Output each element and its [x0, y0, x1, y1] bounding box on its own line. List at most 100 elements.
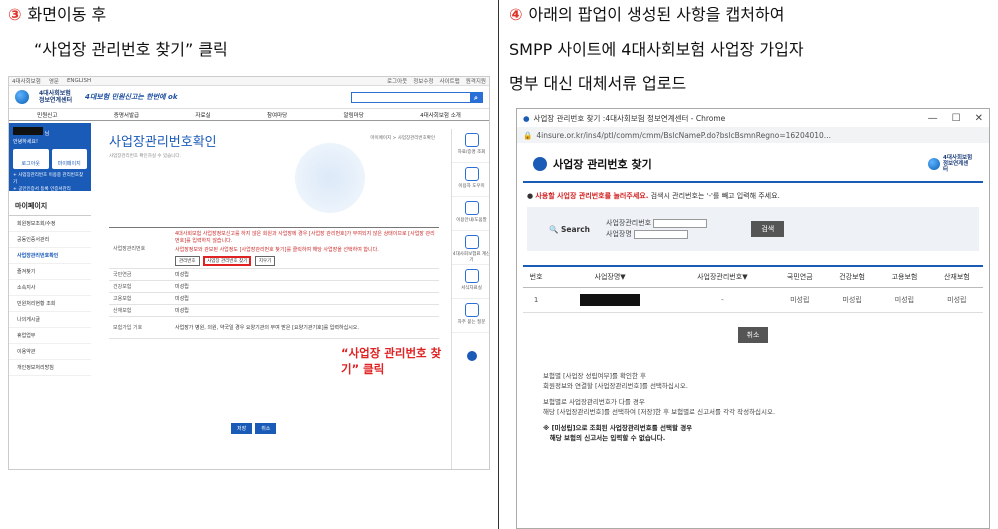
logout-button[interactable]: 로그아웃 — [13, 149, 49, 169]
field-label: 국민연금 — [113, 272, 132, 278]
nav-item[interactable]: 자료실 — [195, 111, 210, 119]
quick-item[interactable]: 서식자료실 — [452, 265, 489, 299]
chrome-icon: ● — [523, 113, 530, 123]
window-titlebar: ● 사업장 관리번호 찾기 :4대사회보험 정보연계센터 - Chrome — … — [517, 109, 989, 127]
header: 4대사회보험 정보연계센터 4대보험 민원신고는 한번에 ok ⌕ — [9, 86, 489, 108]
search-button[interactable]: 검색 — [751, 221, 785, 237]
side-link[interactable]: + 최근접속 조회하기 — [13, 194, 53, 199]
profile-edit-link[interactable]: 정보수정 — [413, 77, 433, 85]
warning-text: 사업장가 병원, 의원, 약국일 경우 요양기관의 부여 받은 [요양기관기호]… — [175, 325, 359, 331]
close-icon[interactable]: ✕ — [975, 113, 983, 124]
top-utility-bar: 4대사회보험 영문 ENGLISH 로그아웃 정보수정 사이트맵 원격지원 — [9, 77, 489, 86]
top-link-lang[interactable]: 영문 — [49, 77, 59, 85]
side-link[interactable]: + 공인인증서 등록 — [13, 187, 49, 192]
status-health: 미성립 — [825, 287, 879, 313]
helper-icon — [464, 167, 479, 181]
sidebar-item[interactable]: 즐겨찾기 — [9, 264, 91, 280]
business-name-input[interactable] — [634, 230, 689, 239]
col-header: 산재보험 — [930, 265, 983, 288]
sidebar-item[interactable]: 공동인증서관리 — [9, 232, 91, 248]
field-label: 건강보험 — [113, 284, 132, 290]
quick-item[interactable]: 4대사회보험료 계산기 — [452, 231, 489, 265]
sitemap-link[interactable]: 사이트맵 — [440, 77, 460, 85]
info-text: 회원정보와 연결할 [사업장관리번호]를 선택하십시오. — [543, 382, 688, 390]
step3-heading: ③ 화면이동 후 — [8, 3, 106, 27]
side-link[interactable]: + 사업장관리번호 이용중 — [13, 173, 61, 178]
site-logo[interactable]: 4대사회보험 정보연계센터 — [39, 90, 75, 104]
redacted-business-name[interactable] — [580, 294, 641, 306]
field-value: 미성립 — [175, 272, 189, 278]
quick-item[interactable]: 자주 묻는 질문 — [452, 299, 489, 333]
side-link[interactable]: 인증서관리 — [50, 187, 71, 192]
notice-text: 검색시 관리번호는 '-'를 빼고 입력해 주세요. — [648, 192, 780, 200]
col-header[interactable]: 사업장명▼ — [549, 265, 672, 288]
cancel-button[interactable]: 취소 — [255, 423, 277, 434]
nav-item[interactable]: 4대사회보험 소개 — [420, 111, 461, 119]
top-link-english[interactable]: ENGLISH — [67, 78, 91, 84]
sidebar-item[interactable]: 개인정보처리방침 — [9, 360, 91, 376]
clear-button[interactable]: 지우기 — [254, 256, 276, 266]
sidebar-item[interactable]: 민원처리현황 조회 — [9, 296, 91, 312]
search-input[interactable] — [352, 93, 470, 102]
address-bar[interactable]: 🔒 4insure.or.kr/ins4/ptl/comm/cmm/BslcNa… — [517, 127, 989, 143]
top-link-home[interactable]: 4대사회보험 — [12, 77, 41, 85]
right-panel: ④ 아래의 팝업이 생성된 사항을 캡처하여 SMPP 사이트에 4대사회보험 사… — [499, 0, 998, 529]
sidebar-item-active[interactable]: 사업장관리번호확인 — [9, 248, 91, 264]
main-nav: 민원신고 증명서발급 자료실 참여마당 알림마당 4대사회보험 소개 — [9, 108, 489, 121]
popup-notice: ● 사용할 사업장 관리번호를 눌러주세요. 검색시 관리번호는 '-'를 빼고… — [527, 192, 780, 200]
status-accident: 미성립 — [930, 287, 983, 313]
status-pension: 미성립 — [773, 287, 826, 313]
field-label: 산재보험 — [113, 308, 132, 314]
step3-instruction: “사업장 관리번호 찾기” 클릭 — [34, 40, 228, 59]
lock-icon: 🔒 — [523, 130, 533, 140]
popup-logo: 4대사회보험 정보연계센터 — [928, 155, 973, 173]
maximize-icon[interactable]: ☐ — [952, 113, 961, 124]
logo-icon — [928, 158, 940, 170]
info-box: 보험별 [사업장 성립여부]를 확인한 후 회원정보와 연결할 [사업장관리번호]… — [543, 371, 963, 443]
search-icon[interactable]: ⌕ — [470, 92, 482, 102]
guide-icon — [464, 201, 479, 215]
business-number-input[interactable] — [653, 218, 708, 228]
table-row[interactable]: 1 - 미성립 미성립 미성립 미성립 — [523, 287, 983, 313]
info-text: ※ [미성립]으로 조회된 사업장관리번호를 선택할 경우 — [543, 424, 693, 432]
scroll-top-button[interactable] — [466, 351, 477, 361]
quick-item[interactable]: 이용안내/도움말 — [452, 197, 489, 231]
sidebar-item[interactable]: 소속지사 — [9, 280, 91, 296]
col-header: 번호 — [523, 265, 550, 288]
nav-item[interactable]: 민원신고 — [37, 111, 57, 119]
quick-item[interactable]: 자료/증명 조회 — [452, 129, 489, 163]
logout-link[interactable]: 로그아웃 — [387, 77, 407, 85]
sidebar-item[interactable]: 휴업업무 — [9, 328, 91, 344]
row-mgmt-number[interactable]: - — [671, 287, 774, 313]
remote-support-link[interactable]: 원격지원 — [466, 77, 486, 85]
side-link[interactable]: 회원정보 — [54, 194, 71, 199]
mypage-button[interactable]: 마이페이지 — [51, 149, 87, 169]
calculator-icon — [464, 235, 479, 249]
faq-icon — [464, 303, 479, 317]
save-button[interactable]: 저장 — [231, 423, 253, 434]
col-header: 고용보험 — [878, 265, 931, 288]
minimize-icon[interactable]: — — [928, 113, 938, 124]
results-table: 번호 사업장명▼ 사업장관리번호▼ 국민연금 건강보험 고용보험 산재보험 1 … — [523, 265, 983, 313]
nav-item[interactable]: 증명서발급 — [114, 111, 139, 119]
login-box: 님 안녕하세요! 로그아웃 마이페이지 + 사업장관리번호 이용중 관리번호찾기… — [9, 123, 91, 199]
sidebar-item[interactable]: 회원정보조회/수정 — [9, 216, 91, 232]
sidebar-item[interactable]: 나의게시글 — [9, 312, 91, 328]
find-business-number-button[interactable]: 사업장 관리번호 찾기 — [203, 256, 252, 266]
site-search[interactable]: ⌕ — [351, 91, 483, 103]
popup-header: 사업장 관리번호 찾기 4대사회보험 정보연계센터 — [523, 147, 983, 183]
step3-number: ③ — [8, 5, 22, 24]
warning-text: 4대사회보험 사업장정보신고를 하지 않은 회원과 사업장에 경우 [사업장 관… — [175, 231, 435, 244]
step4-line1: ④ 아래의 팝업이 생성된 사항을 캡처하여 — [509, 3, 784, 27]
field-value: 미성립 — [175, 296, 189, 302]
mgmt-number-button[interactable]: 관리번호 — [175, 256, 200, 266]
nav-item[interactable]: 참여마당 — [267, 111, 287, 119]
forms-icon — [464, 269, 479, 283]
nav-item[interactable]: 알림마당 — [344, 111, 364, 119]
popup-cancel-button[interactable]: 취소 — [738, 327, 768, 343]
step4-number: ④ — [509, 5, 523, 24]
sidebar-item[interactable]: 이용약관 — [9, 344, 91, 360]
quick-item[interactable]: 이용자 도우미 — [452, 163, 489, 197]
col-header[interactable]: 사업장관리번호▼ — [671, 265, 774, 288]
url-text: 4insure.or.kr/ins4/ptl/comm/cmm/BslcName… — [536, 130, 831, 140]
